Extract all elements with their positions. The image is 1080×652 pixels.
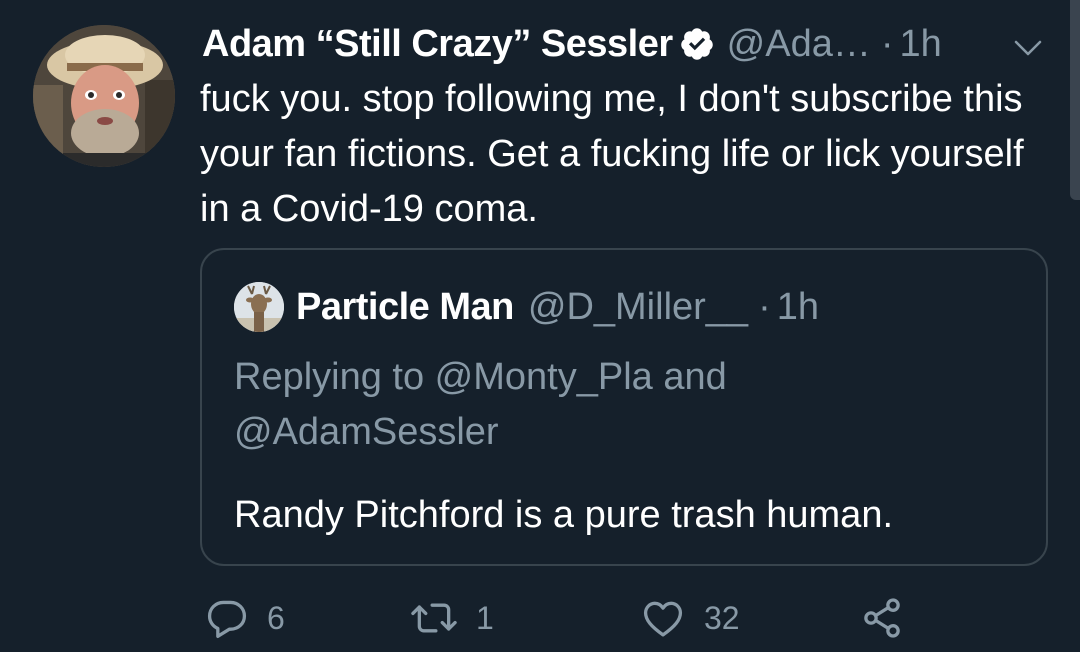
tweet-header: Adam “Still Crazy” Sessler @Ada… · 1h — [202, 20, 1062, 68]
like-icon — [640, 596, 686, 640]
share-icon — [860, 596, 904, 640]
handle[interactable]: @Ada… — [727, 23, 871, 66]
retweet-count: 1 — [476, 599, 494, 636]
scrollbar[interactable] — [1070, 0, 1080, 200]
quoted-timestamp[interactable]: 1h — [777, 286, 819, 329]
separator-dot: · — [880, 22, 894, 65]
timestamp[interactable]: 1h — [900, 23, 942, 66]
quoted-tweet-card[interactable]: Particle Man @D_Miller__ · 1h Replying t… — [200, 248, 1048, 566]
reply-count: 6 — [267, 599, 285, 636]
quoted-separator-dot: · — [758, 285, 771, 328]
tweet: Adam “Still Crazy” Sessler @Ada… · 1h fu… — [0, 0, 1080, 652]
tweet-actions: 6 1 32 — [0, 590, 1080, 646]
quoted-avatar[interactable] — [234, 282, 284, 332]
reply-button[interactable]: 6 — [205, 590, 285, 646]
replying-to: Replying to @Monty_Pla and @AdamSessler — [234, 356, 727, 453]
chevron-down-icon[interactable] — [1010, 36, 1046, 60]
quoted-handle[interactable]: @D_Miller__ — [528, 286, 748, 329]
share-button[interactable] — [860, 590, 904, 646]
quoted-tweet-header: Particle Man @D_Miller__ · 1h — [234, 282, 819, 332]
like-count: 32 — [704, 599, 740, 636]
quoted-display-name[interactable]: Particle Man — [296, 286, 514, 329]
reply-icon — [205, 596, 249, 640]
quoted-tweet-text: Randy Pitchford is a pure trash human. — [234, 494, 894, 536]
display-name[interactable]: Adam “Still Crazy” Sessler — [202, 23, 673, 66]
verified-badge-icon — [679, 26, 715, 62]
avatar[interactable] — [33, 25, 175, 167]
retweet-button[interactable]: 1 — [410, 590, 494, 646]
tweet-text: fuck you. stop following me, I don't sub… — [200, 78, 1024, 230]
retweet-icon — [410, 596, 458, 640]
like-button[interactable]: 32 — [640, 590, 740, 646]
